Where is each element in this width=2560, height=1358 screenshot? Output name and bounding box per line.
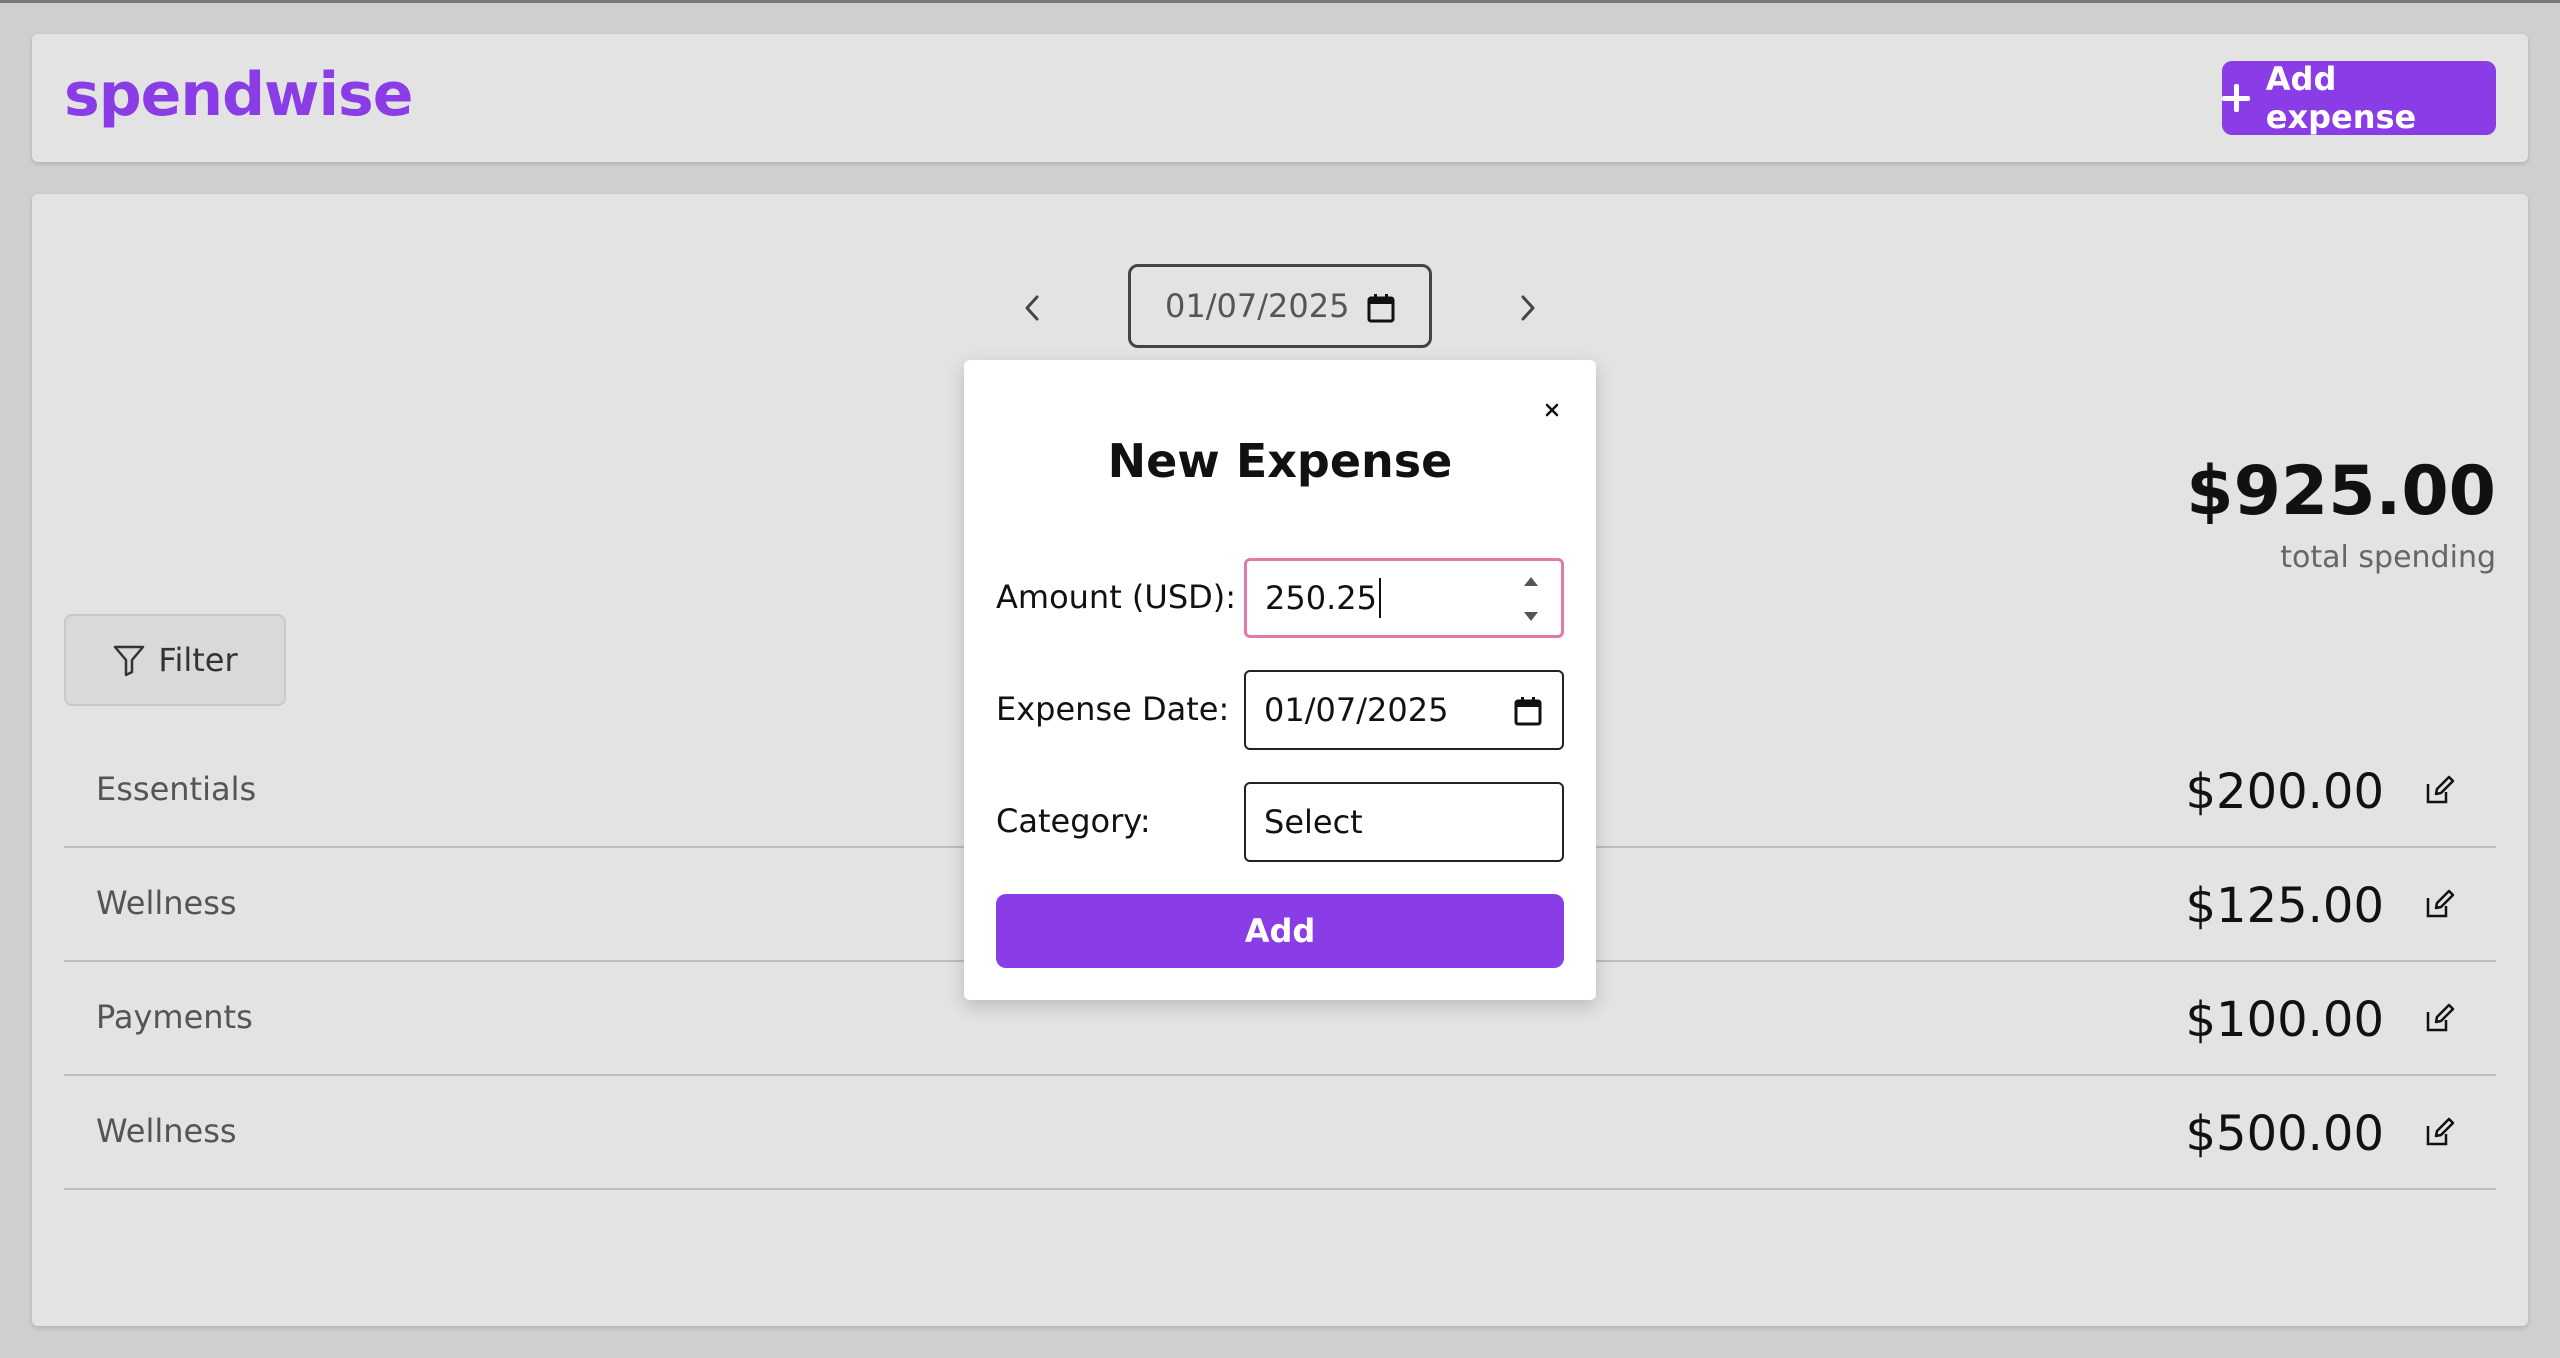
expense-category: Essentials	[96, 770, 257, 808]
modal-title: New Expense	[1107, 434, 1453, 488]
chevron-left-icon	[1025, 295, 1039, 321]
total-spending-label: total spending	[2280, 540, 2496, 575]
expense-amount: $500.00	[2185, 1106, 2385, 1162]
expense-date-label: Expense Date:	[996, 690, 1230, 728]
amount-value: 250.25	[1265, 579, 1377, 617]
date-picker[interactable]: 01/07/2025	[1128, 264, 1432, 348]
close-button[interactable]	[1538, 396, 1566, 424]
edit-icon[interactable]	[2424, 774, 2456, 806]
date-picker-value: 01/07/2025	[1165, 287, 1350, 325]
filter-button[interactable]: Filter	[64, 614, 286, 706]
add-button[interactable]: Add	[996, 894, 1564, 968]
amount-input[interactable]: 250.25	[1244, 558, 1564, 638]
window-top-border	[0, 0, 2560, 3]
expense-row: Wellness $500.00	[64, 1076, 2496, 1190]
calendar-icon[interactable]	[1514, 696, 1542, 726]
expense-amount: $125.00	[2185, 878, 2385, 934]
expense-amount: $100.00	[2185, 992, 2385, 1048]
stepper-up-icon[interactable]	[1524, 577, 1538, 586]
previous-day-button[interactable]	[1010, 286, 1054, 330]
total-spending-amount: $925.00	[2186, 452, 2496, 531]
expense-amount: $200.00	[2185, 764, 2385, 820]
expense-category: Wellness	[96, 1112, 237, 1150]
add-expense-label: Add expense	[2265, 60, 2417, 136]
category-select[interactable]: Select	[1244, 782, 1564, 862]
edit-icon[interactable]	[2424, 1116, 2456, 1148]
next-day-button[interactable]	[1506, 286, 1550, 330]
stepper-down-icon[interactable]	[1524, 612, 1538, 621]
calendar-icon[interactable]	[1367, 293, 1395, 323]
text-caret	[1378, 578, 1381, 618]
category-selected-value: Select	[1264, 803, 1363, 841]
close-icon	[1545, 403, 1559, 417]
add-expense-button[interactable]: Add expense	[2222, 60, 2496, 136]
expense-date-input[interactable]: 01/07/2025	[1244, 670, 1564, 750]
filter-label: Filter	[158, 641, 238, 679]
new-expense-modal: New Expense Amount (USD): 250.25 Expense…	[964, 360, 1596, 1000]
expense-category: Payments	[96, 998, 253, 1036]
edit-icon[interactable]	[2424, 1002, 2456, 1034]
amount-stepper[interactable]	[1519, 577, 1543, 621]
edit-icon[interactable]	[2424, 888, 2456, 920]
funnel-icon	[114, 645, 145, 677]
amount-label: Amount (USD):	[996, 578, 1237, 616]
category-label: Category:	[996, 802, 1151, 840]
plus-icon	[2222, 84, 2250, 112]
app-header: spendwise Add expense	[32, 34, 2528, 162]
expense-date-value: 01/07/2025	[1264, 691, 1449, 729]
brand-logo[interactable]: spendwise	[64, 60, 413, 130]
expense-category: Wellness	[96, 884, 237, 922]
chevron-right-icon	[1521, 295, 1535, 321]
